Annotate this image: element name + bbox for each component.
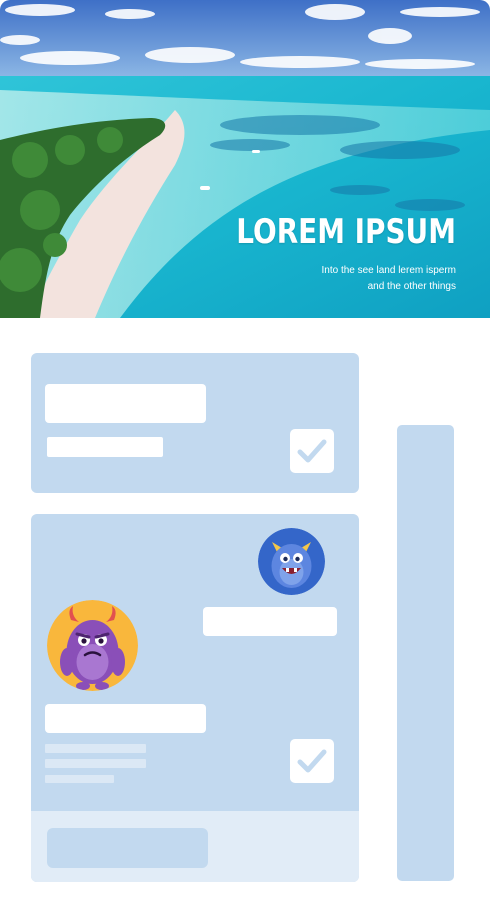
hero-title: LOREM IPSUM: [236, 212, 456, 252]
card-footer: [31, 811, 359, 882]
title-placeholder: [45, 384, 206, 423]
check-icon: [297, 749, 327, 773]
hero-subtitle-line-2: and the other things: [367, 281, 456, 292]
text-line-placeholder: [45, 744, 146, 753]
check-icon: [297, 439, 327, 463]
footer-button-placeholder[interactable]: [47, 828, 208, 868]
wireframe-card-top: [31, 353, 359, 493]
blue-monster-icon: [258, 528, 325, 595]
purple-monster-icon: [47, 600, 138, 691]
check-button[interactable]: [290, 429, 334, 473]
wireframe-card-chat: [31, 514, 359, 882]
hero-subtitle-line-1: Into the see land lerem isperm: [321, 265, 456, 276]
message-bubble-right: [203, 607, 337, 636]
subtitle-placeholder: [47, 437, 163, 457]
text-line-placeholder: [45, 759, 146, 768]
check-button[interactable]: [290, 739, 334, 783]
text-line-placeholder: [45, 775, 114, 783]
message-bubble-left: [45, 704, 206, 733]
purple-monster-avatar[interactable]: [47, 600, 138, 691]
side-scroll-panel[interactable]: [397, 425, 454, 881]
hero-banner: LOREM IPSUM Into the see land lerem ispe…: [0, 0, 490, 318]
blue-monster-avatar[interactable]: [258, 528, 325, 595]
